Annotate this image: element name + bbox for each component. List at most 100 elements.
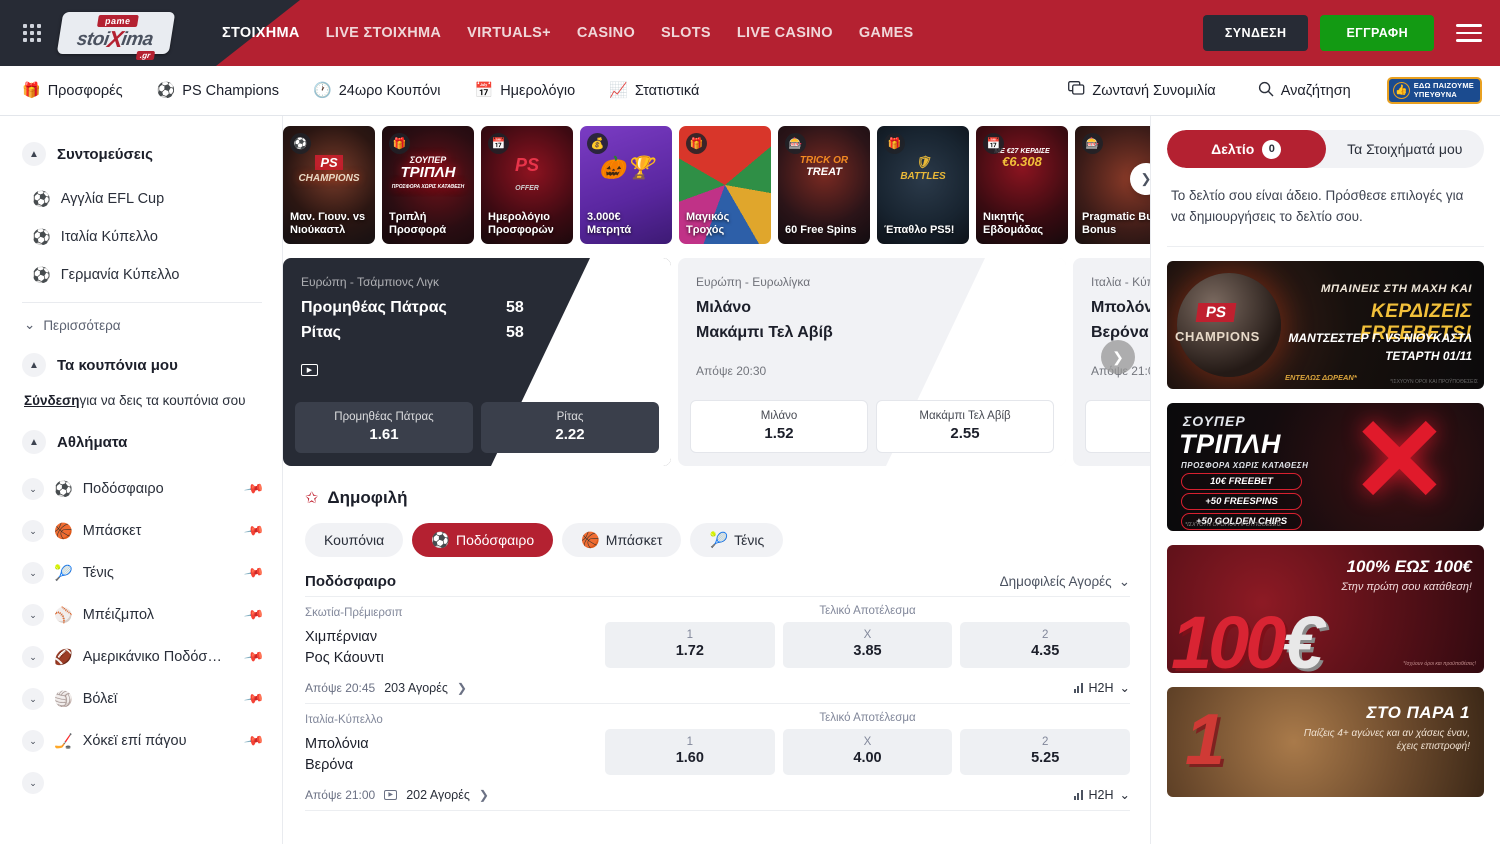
nav-item-casino[interactable]: CASINO <box>577 0 635 66</box>
featured-odd-button[interactable]: Μακάμπι Τελ Αβίβ 2.55 <box>876 400 1054 453</box>
event-row[interactable]: Σκωτία-Πρέμιερσιπ Χιμπέρνιαν Ρος Κάουντι… <box>305 596 1130 703</box>
my-bets-tab-label: Τα Στοιχήματά μου <box>1347 141 1462 157</box>
banner-ps-champions[interactable]: PS CHAMPIONS ΜΠΑΙΝΕΙΣ ΣΤΗ ΜΑΧΗ ΚΑΙ ΚΕΡΔΙ… <box>1167 261 1484 389</box>
event-row-partial[interactable] <box>305 810 1130 829</box>
event-row[interactable]: Ιταλία-Κύπελλο Μπολόνια Βερόνα Τελικό Απ… <box>305 703 1130 810</box>
search-button[interactable]: Αναζήτηση <box>1258 81 1351 101</box>
banner-sto-para-1[interactable]: 1 ΣΤΟ ΠΑΡΑ 1 Παίζεις 4+ αγώνες και αν χά… <box>1167 687 1484 797</box>
nav-item-slots[interactable]: SLOTS <box>661 0 711 66</box>
promo-tile-triple-offer[interactable]: ΣΟΥΠΕΡΤΡΙΠΛΗΠΡΟΣΦΟΡΑ ΧΩΡΙΣ ΚΑΤΑΘΕΣΗ 🎁 Τρ… <box>382 126 474 244</box>
chevron-down-icon[interactable]: ⌄ <box>22 562 44 584</box>
sidebar-item-germany-cup[interactable]: ⚽ Γερμανία Κύπελλο <box>22 256 262 294</box>
sidebar-item-volleyball[interactable]: ⌄ 🏐 Βόλεϊ 📌 <box>22 678 262 720</box>
sidebar-item-baseball[interactable]: ⌄ ⚾ Μπέιζμπολ 📌 <box>22 594 262 636</box>
featured-card-live[interactable]: Ευρώπη - Τσάμπιονς Λιγκ Προμηθέας Πάτρας… <box>283 258 671 466</box>
pin-icon[interactable]: 📌 <box>243 646 265 668</box>
banner-100-euro[interactable]: 100€ 100% ΕΩΣ 100€ Στην πρώτη σου κατάθε… <box>1167 545 1484 673</box>
tab-betslip[interactable]: Δελτίο 0 <box>1167 130 1326 168</box>
pin-icon[interactable]: 📌 <box>243 520 265 542</box>
tab-coupons[interactable]: Κουπόνια <box>305 523 403 557</box>
pin-icon[interactable]: 📌 <box>243 688 265 710</box>
featured-home-team: Μιλάνο <box>696 299 901 317</box>
sidebar-item-american-football[interactable]: ⌄ 🏈 Αμερικάνικο Ποδόσ… 📌 <box>22 636 262 678</box>
featured-odd-button[interactable]: Προμηθέας Πάτρας 1.61 <box>295 402 473 453</box>
odd-button-2[interactable]: 2 5.25 <box>960 729 1130 775</box>
chevron-right-icon[interactable]: ❯ <box>457 681 467 695</box>
pin-icon[interactable]: 📌 <box>243 562 265 584</box>
login-button[interactable]: ΣΥΝΔΕΣΗ <box>1203 15 1309 51</box>
promo-tile-3000-cash[interactable]: 🎃🏆 💰 3.000€ Μετρητά <box>580 126 672 244</box>
odd-button-x[interactable]: X 4.00 <box>783 729 953 775</box>
promo-tile-offers-calendar[interactable]: PSOFFER 📅 Ημερολόγιο Προσφορών <box>481 126 573 244</box>
apps-grid-icon[interactable] <box>14 24 50 42</box>
sidebar-item-football[interactable]: ⌄ ⚽ Ποδόσφαιρο 📌 <box>22 468 262 510</box>
hamburger-menu-icon[interactable] <box>1456 19 1482 47</box>
tab-basketball[interactable]: 🏀 Μπάσκετ <box>562 523 681 557</box>
stream-icon[interactable]: ▶ <box>384 790 397 800</box>
h2h-button[interactable]: H2H ⌄ <box>1074 787 1131 802</box>
markets-selector[interactable]: Δημοφιλείς Αγορές ⌄ <box>1000 574 1130 590</box>
subbar-item-ps-champions[interactable]: ⚽ PS Champions <box>157 83 279 99</box>
secondary-navigation-bar: 🎁 Προσφορές ⚽ PS Champions 🕐 24ωρο Κουπό… <box>0 66 1500 116</box>
pin-icon[interactable]: 📌 <box>243 730 265 752</box>
chevron-down-icon[interactable]: ⌄ <box>22 646 44 668</box>
sidebar-item-ice-hockey[interactable]: ⌄ 🏒 Χόκεϊ επί πάγου 📌 <box>22 720 262 762</box>
coupons-login-link[interactable]: Σύνδεση <box>24 393 80 408</box>
featured-next-arrow-icon[interactable]: ❯ <box>1101 340 1135 374</box>
promo-tile-ps5-prize[interactable]: 🛡BATTLES 🎁 Έπαθλο PS5! <box>877 126 969 244</box>
chevron-right-icon[interactable]: ❯ <box>479 788 489 802</box>
tab-tennis[interactable]: 🎾 Τένις <box>690 523 783 557</box>
banner-super-tripli[interactable]: ✕ ΣΟΥΠΕΡ ΤΡΙΠΛΗ ΠΡΟΣΦΟΡΑ ΧΩΡΙΣ ΚΑΤΑΘΕΣΗ … <box>1167 403 1484 531</box>
live-chat-button[interactable]: Ζωντανή Συνομιλία <box>1068 81 1215 100</box>
stream-icon[interactable]: ▶ <box>301 364 318 376</box>
pin-icon[interactable]: 📌 <box>243 604 265 626</box>
nav-item-virtuals[interactable]: VIRTUALS+ <box>467 0 551 66</box>
promo-tile-magic-wheel[interactable]: 🎁 Μαγικός Τροχός <box>679 126 771 244</box>
chevron-down-icon[interactable]: ⌄ <box>22 688 44 710</box>
subbar-item-24h-coupon[interactable]: 🕐 24ωρο Κουπόνι <box>313 83 441 99</box>
sidebar-section-shortcuts[interactable]: ▲ Συντομεύσεις <box>22 142 262 166</box>
nav-item-live-stoixima[interactable]: LIVE ΣΤΟΙΧΗΜΑ <box>326 0 441 66</box>
promo-tile-60-free-spins[interactable]: TRICK ORTREAT 🎰 60 Free Spins <box>778 126 870 244</box>
chevron-down-icon[interactable]: ⌄ <box>22 604 44 626</box>
odd-button-1[interactable]: 1 1.72 <box>605 622 775 668</box>
h2h-button[interactable]: H2H ⌄ <box>1074 680 1131 695</box>
subbar-item-offers[interactable]: 🎁 Προσφορές <box>22 83 123 99</box>
featured-odd-button[interactable]: Μιλάνο 1.52 <box>690 400 868 453</box>
odd-button-x[interactable]: X 3.85 <box>783 622 953 668</box>
chevron-down-icon[interactable]: ⌄ <box>22 730 44 752</box>
chevron-down-icon[interactable]: ⌄ <box>22 772 44 794</box>
subbar-item-statistics[interactable]: 📈 Στατιστικά <box>609 83 699 99</box>
nav-item-live-casino[interactable]: LIVE CASINO <box>737 0 833 66</box>
sidebar-more-button[interactable]: ⌄ Περισσότερα <box>22 303 262 345</box>
chevron-down-icon[interactable]: ⌄ <box>22 478 44 500</box>
promo-tile-weekly-winner[interactable]: ΜΕ €27 ΚΕΡΔΙΣΕ€6.308 📅 Νικητής Εβδομάδας <box>976 126 1068 244</box>
sidebar-item-partial[interactable]: ⌄ <box>22 762 262 804</box>
sidebar-item-basketball[interactable]: ⌄ 🏀 Μπάσκετ 📌 <box>22 510 262 552</box>
featured-card-upcoming[interactable]: Ευρώπη - Ευρωλίγκα Μιλάνο Μακάμπι Τελ Αβ… <box>678 258 1066 466</box>
sidebar-item-efl-cup[interactable]: ⚽ Αγγλία EFL Cup <box>22 180 262 218</box>
chevron-down-icon[interactable]: ⌄ <box>22 520 44 542</box>
sidebar-section-sports[interactable]: ▲ Αθλήματα <box>22 430 262 454</box>
featured-away-score: 58 <box>506 324 524 342</box>
sidebar-item-italy-cup[interactable]: ⚽ Ιταλία Κύπελλο <box>22 218 262 256</box>
sidebar-item-tennis[interactable]: ⌄ 🎾 Τένις 📌 <box>22 552 262 594</box>
sidebar-section-my-coupons[interactable]: ▲ Τα κουπόνια μου <box>22 353 262 377</box>
odd-button-1[interactable]: 1 1.60 <box>605 729 775 775</box>
tab-football[interactable]: ⚽ Ποδόσφαιρο <box>412 523 553 557</box>
event-markets-count[interactable]: 203 Αγορές <box>384 681 448 695</box>
featured-odd-button[interactable]: 1 1.6 <box>1085 400 1150 453</box>
featured-odd-button[interactable]: Ρίτας 2.22 <box>481 402 659 453</box>
odd-value: 1.72 <box>605 643 775 659</box>
odd-button-2[interactable]: 2 4.35 <box>960 622 1130 668</box>
register-button[interactable]: ΕΓΓΡΑΦΗ <box>1320 15 1434 51</box>
promo-tile-ps-champions[interactable]: PSCHAMPIONS ⚽ Μαν. Γιουν. vs Νιούκαστλ <box>283 126 375 244</box>
nav-item-stoixima[interactable]: ΣΤΟΙΧΗΜΑ <box>222 0 300 66</box>
responsible-gaming-badge[interactable]: 👍 ΕΔΩ ΠΑΙΖΟΥΜΕ ΥΠΕΥΘΥΝΑ <box>1387 77 1482 104</box>
site-logo[interactable]: pame stoi X ima .gr <box>60 10 172 56</box>
pin-icon[interactable]: 📌 <box>243 478 265 500</box>
event-markets-count[interactable]: 202 Αγορές <box>406 788 470 802</box>
tab-my-bets[interactable]: Τα Στοιχήματά μου <box>1326 130 1485 168</box>
subbar-item-calendar[interactable]: 📅 Ημερολόγιο <box>475 83 576 99</box>
nav-item-games[interactable]: GAMES <box>859 0 914 66</box>
